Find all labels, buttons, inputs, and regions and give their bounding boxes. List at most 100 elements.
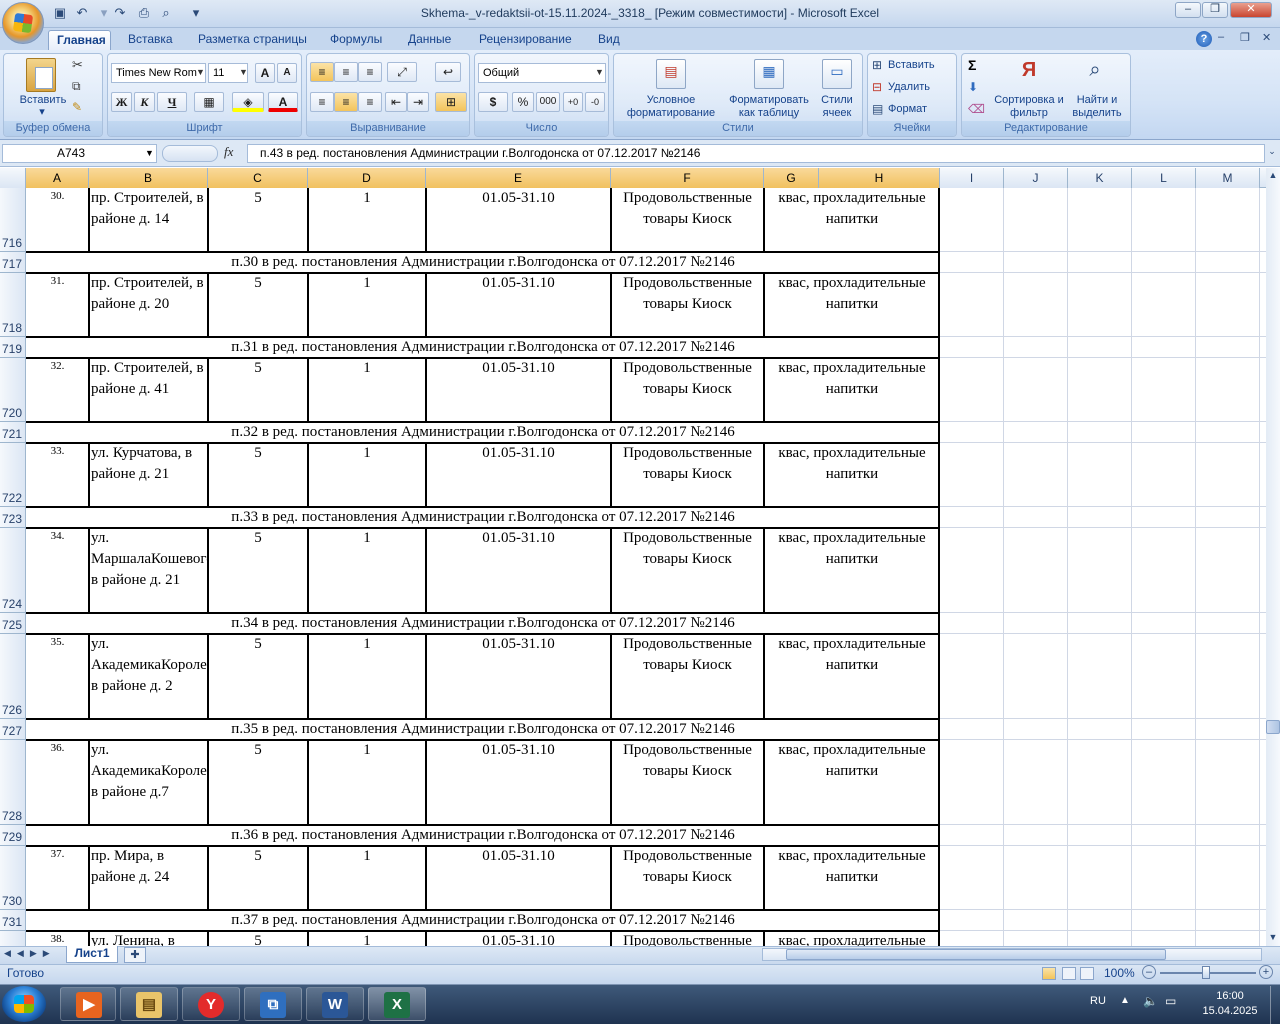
cell-address[interactable]: пр. Строителей, в районе д. 14 (89, 188, 208, 252)
taskbar-media-player[interactable]: ▶ (60, 987, 116, 1021)
office-button[interactable] (2, 2, 44, 44)
orientation-icon[interactable]: ⤢ (387, 62, 417, 82)
cell-d[interactable]: 1 (308, 634, 426, 719)
row-header[interactable]: 719 (0, 337, 26, 358)
taskbar-excel[interactable]: X (368, 987, 426, 1021)
align-left-icon[interactable]: ≡ (310, 92, 334, 112)
vertical-scrollbar[interactable] (1266, 168, 1280, 946)
row-header[interactable]: 718 (0, 273, 26, 337)
fill-icon[interactable]: ⬇ (968, 80, 978, 94)
network-icon[interactable]: ▭ (1165, 994, 1176, 1008)
increase-decimal-icon[interactable]: +0 (563, 92, 583, 112)
row-header[interactable]: 717 (0, 252, 26, 273)
column-header-b[interactable]: B (89, 168, 208, 188)
column-header-c[interactable]: C (208, 168, 308, 188)
column-header-d[interactable]: D (308, 168, 426, 188)
cell-number[interactable]: 31. (26, 273, 89, 337)
ribbon-minimize-icon[interactable]: – (1218, 31, 1224, 43)
tab-review[interactable]: Рецензирование (471, 30, 580, 50)
column-header-g[interactable]: G (764, 168, 819, 188)
row-header[interactable]: 720 (0, 358, 26, 422)
cell-number[interactable]: 32. (26, 358, 89, 422)
merged-note-cell[interactable]: п.34 в ред. постановления Администрации … (26, 613, 940, 634)
row-header[interactable]: 728 (0, 740, 26, 825)
find-select-icon[interactable]: ⌕ (1080, 59, 1110, 89)
dropdown-icon[interactable]: ▾ (96, 5, 112, 21)
horizontal-scroll-thumb[interactable] (786, 949, 1166, 960)
row-header[interactable]: 729 (0, 825, 26, 846)
merged-note-cell[interactable]: п.31 в ред. постановления Администрации … (26, 337, 940, 358)
cell-period[interactable]: 01.05-31.10 (426, 188, 611, 252)
cell-period[interactable]: 01.05-31.10 (426, 846, 611, 910)
tab-formulas[interactable]: Формулы (322, 30, 390, 50)
column-header-k[interactable]: K (1068, 168, 1132, 188)
taskbar-app-blue[interactable]: ⧉ (244, 987, 302, 1021)
cell-period[interactable]: 01.05-31.10 (426, 634, 611, 719)
font-color-icon[interactable]: A (268, 92, 298, 112)
page-layout-view-icon[interactable] (1062, 967, 1076, 980)
cell-goods[interactable]: квас, прохладительные напитки (764, 273, 940, 337)
cell-address[interactable]: ул. МаршалаКошевого, в районе д. 21 (89, 528, 208, 613)
cell-address[interactable]: ул. Курчатова, в районе д. 21 (89, 443, 208, 507)
align-middle-icon[interactable]: ≡ (334, 62, 358, 82)
row-header[interactable]: 731 (0, 910, 26, 931)
cell-period[interactable]: 01.05-31.10 (426, 443, 611, 507)
cell-period[interactable]: 01.05-31.10 (426, 358, 611, 422)
row-header[interactable] (0, 931, 26, 946)
column-header-l[interactable]: L (1132, 168, 1196, 188)
cell-type[interactable]: Продовольственные (611, 931, 764, 946)
format-painter-icon[interactable]: ✎ (72, 100, 82, 114)
autosum-button[interactable]: Σ (968, 57, 976, 73)
taskbar-yandex[interactable]: Y (182, 987, 240, 1021)
fill-color-icon[interactable]: ◈ (232, 92, 264, 112)
number-format-combo[interactable]: Общий (478, 63, 606, 83)
zoom-out-icon[interactable]: – (1142, 965, 1156, 979)
conditional-format-button[interactable]: Условное форматирование (616, 94, 726, 120)
bold-button[interactable]: Ж (111, 92, 132, 112)
worksheet-grid[interactable]: 716 30. пр. Строителей, в районе д. 14 5 1 01… (0, 188, 1266, 946)
column-header-j[interactable]: J (1004, 168, 1068, 188)
delete-cells-icon[interactable]: ⊟ (872, 80, 882, 94)
cell-number[interactable]: 35. (26, 634, 89, 719)
cell-styles-icon[interactable]: ▭ (822, 59, 852, 89)
cell-goods[interactable]: квас, прохладительные напитки (764, 443, 940, 507)
cell-address[interactable]: ул. Ленина, в (89, 931, 208, 946)
formula-bar-resize-handle[interactable] (162, 145, 218, 162)
align-top-icon[interactable]: ≡ (310, 62, 334, 82)
cell-c[interactable]: 5 (208, 740, 308, 825)
cell-number[interactable]: 37. (26, 846, 89, 910)
zoom-slider-thumb[interactable] (1202, 966, 1210, 979)
column-header-i[interactable]: I (940, 168, 1004, 188)
clear-icon[interactable]: ⌫ (968, 102, 985, 116)
undo-icon[interactable]: ↶ (74, 5, 90, 21)
tray-arrow-icon[interactable]: ▲ (1120, 995, 1130, 1006)
cell-c[interactable]: 5 (208, 443, 308, 507)
show-desktop-button[interactable] (1270, 986, 1280, 1024)
decrease-indent-icon[interactable]: ⇤ (385, 92, 407, 112)
volume-icon[interactable]: 🔈 (1143, 994, 1158, 1008)
row-header[interactable]: 722 (0, 443, 26, 507)
italic-button[interactable]: К (134, 92, 155, 112)
format-as-table-button[interactable]: Форматировать как таблицу (722, 94, 816, 120)
cell-number[interactable]: 30. (26, 188, 89, 252)
underline-button[interactable]: Ч (157, 92, 187, 112)
customize-qat-icon[interactable]: ▾ (188, 5, 204, 21)
decrease-decimal-icon[interactable]: -0 (585, 92, 605, 112)
align-right-icon[interactable]: ≡ (358, 92, 382, 112)
close-button[interactable]: ✕ (1230, 2, 1272, 18)
cell-d[interactable]: 1 (308, 846, 426, 910)
format-cells-icon[interactable]: ▤ (872, 102, 883, 116)
taskbar-word[interactable]: W (306, 987, 364, 1021)
number-format-dropdown-icon[interactable]: ▼ (595, 67, 604, 77)
sheet-tab-list1[interactable]: Лист1 (66, 946, 118, 963)
currency-button[interactable]: $ (478, 92, 508, 112)
format-cells-button[interactable]: Формат (888, 103, 950, 116)
thousands-button[interactable]: 000 (536, 92, 560, 112)
insert-cells-button[interactable]: Вставить (888, 59, 950, 72)
cell-goods[interactable]: квас, прохладительные напитки (764, 358, 940, 422)
merged-note-cell[interactable]: п.33 в ред. постановления Администрации … (26, 507, 940, 528)
start-button[interactable] (2, 986, 46, 1022)
cell-d[interactable]: 1 (308, 931, 426, 946)
increase-indent-icon[interactable]: ⇥ (407, 92, 429, 112)
normal-view-icon[interactable] (1042, 967, 1056, 980)
